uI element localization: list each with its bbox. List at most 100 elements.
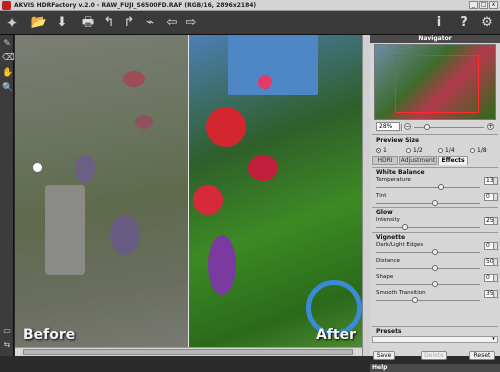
minimize-button[interactable]: _ <box>469 1 478 9</box>
spinner-arrows-icon[interactable] <box>493 259 497 265</box>
eraser-icon[interactable]: ⌫ <box>2 52 15 64</box>
zoom-slider[interactable] <box>414 124 484 130</box>
window-title: AKVIS HDRFactory v.2.0 - RAW_FUJI_S6500F… <box>14 2 257 9</box>
help-header[interactable]: Help <box>370 364 500 372</box>
zoom-slider-knob[interactable] <box>424 124 430 130</box>
radio-icon <box>438 148 443 153</box>
preview-size-option-1-2[interactable]: 1/2 <box>406 147 423 154</box>
hand-icon[interactable]: ✋ <box>2 67 13 79</box>
preview-size-option-1-4[interactable]: 1/4 <box>438 147 455 154</box>
horizontal-scroll-thumb[interactable] <box>23 349 353 355</box>
preview-size-option-1[interactable]: 1 <box>376 147 387 154</box>
zoom-icon[interactable]: 🔍 <box>2 82 13 94</box>
tint-input[interactable]: 0 <box>484 193 498 201</box>
open-icon[interactable]: 📂 <box>30 14 48 32</box>
undo-icon[interactable]: ↰ <box>100 14 118 32</box>
flower-cluster <box>206 107 246 147</box>
dark-light-edges-input[interactable]: 0 <box>484 242 498 250</box>
distance-input[interactable]: 50 <box>484 258 498 266</box>
pencil-icon[interactable]: ✎ <box>2 38 12 50</box>
presets-select[interactable]: ▾ <box>372 336 498 343</box>
help-icon[interactable]: ? <box>455 14 473 32</box>
intensity-slider-knob[interactable] <box>402 224 408 230</box>
flower-cluster <box>193 185 223 215</box>
after-label: After <box>315 327 356 343</box>
smooth-transition-label: Smooth Transition <box>376 290 426 296</box>
save-icon[interactable]: ⬇ <box>53 14 71 32</box>
zoom-value: 28% <box>379 123 393 130</box>
brush-icon[interactable]: ⌁ <box>141 14 159 32</box>
radio-icon <box>376 148 381 153</box>
preview-size-option-label: 1/2 <box>413 147 423 154</box>
split-divider[interactable] <box>188 35 189 347</box>
intensity-input[interactable]: 25 <box>484 217 498 225</box>
spinner-arrows-icon[interactable] <box>493 178 497 184</box>
flower-cluster <box>258 75 272 89</box>
intensity-slider[interactable] <box>376 224 480 230</box>
smooth-transition-slider[interactable] <box>376 297 480 303</box>
cursor-marker <box>33 163 42 172</box>
shape-slider-knob[interactable] <box>432 281 438 287</box>
smooth-transition-input[interactable]: 35 <box>484 290 498 298</box>
spinner-arrows-icon[interactable] <box>493 275 497 281</box>
tint-slider[interactable] <box>376 200 480 206</box>
preview-size-title: Preview Size <box>376 137 420 144</box>
image-canvas[interactable]: Before After <box>15 35 362 347</box>
shape-slider[interactable] <box>376 281 480 287</box>
chevron-down-icon[interactable]: ▾ <box>491 337 496 342</box>
flower-cluster <box>248 155 278 181</box>
tab-adjustment[interactable]: Adjustment <box>399 156 437 165</box>
flower-cluster <box>135 115 153 129</box>
distance-slider[interactable] <box>376 265 480 271</box>
smooth-transition-slider-knob[interactable] <box>412 297 418 303</box>
flower-cluster <box>75 155 95 183</box>
dark-light-edges-slider-knob[interactable] <box>432 249 438 255</box>
app-logo-icon <box>2 1 11 10</box>
after-image: After <box>188 35 362 347</box>
zoom-in-button[interactable]: + <box>487 123 494 130</box>
settings-icon[interactable]: ⚙ <box>478 14 496 32</box>
before-label: Before <box>23 327 76 343</box>
info-icon[interactable]: i <box>430 14 448 32</box>
temperature-slider-knob[interactable] <box>438 184 444 190</box>
back-icon[interactable]: ⇦ <box>163 14 181 32</box>
spinner-arrows-icon[interactable] <box>493 218 497 224</box>
tint-label: Tint <box>376 193 387 199</box>
close-button[interactable]: x <box>489 1 498 9</box>
navigator-preview[interactable] <box>374 44 496 120</box>
vertical-scrollbar[interactable] <box>362 35 370 356</box>
window-panes <box>228 35 318 95</box>
maximize-button[interactable]: □ <box>479 1 488 9</box>
path-stones <box>45 185 85 275</box>
tint-slider-knob[interactable] <box>432 200 438 206</box>
zoom-select[interactable]: 28% <box>376 122 407 131</box>
tab-effects[interactable]: Effects <box>438 156 468 165</box>
zoom-out-button[interactable]: − <box>404 123 411 130</box>
white-balance-group: White Balance Temperature 13 Tint 0 <box>372 167 498 206</box>
tab-hdri[interactable]: HDRI <box>372 156 398 165</box>
akvis-logo-icon: ✦ <box>5 14 19 32</box>
temperature-slider[interactable] <box>376 184 480 190</box>
spinner-arrows-icon[interactable] <box>493 291 497 297</box>
shape-input[interactable]: 0 <box>484 274 498 282</box>
horizontal-scrollbar[interactable] <box>15 347 362 356</box>
redo-icon[interactable]: ↱ <box>120 14 138 32</box>
dark-light-edges-slider[interactable] <box>376 249 480 255</box>
title-bar: AKVIS HDRFactory v.2.0 - RAW_FUJI_S6500F… <box>0 0 500 11</box>
spinner-arrows-icon[interactable] <box>493 243 497 249</box>
navigator-viewport-frame[interactable] <box>395 55 479 113</box>
vignette-group: Vignette Dark/Light Edges 0 Distance 50 … <box>372 232 498 304</box>
forward-icon[interactable]: ⇨ <box>182 14 200 32</box>
tint-value: 0 <box>486 193 490 200</box>
temperature-input[interactable]: 13 <box>484 177 498 185</box>
distance-label: Distance <box>376 258 401 264</box>
spinner-arrows-icon[interactable] <box>493 194 497 200</box>
split-view-icon[interactable]: ⇆ <box>2 339 12 351</box>
before-image: Before <box>15 35 188 347</box>
single-view-icon[interactable]: ▭ <box>2 325 12 337</box>
preview-size-option-1-8[interactable]: 1/8 <box>470 147 487 154</box>
print-icon[interactable]: 🖶 <box>79 14 97 32</box>
main-toolbar: ✦ 📂 ⬇ 🖶 ↰ ↱ ⌁ ⇦ ⇨ i ? ⚙ <box>0 11 500 35</box>
distance-slider-knob[interactable] <box>432 265 438 271</box>
shape-label: Shape <box>376 274 394 280</box>
